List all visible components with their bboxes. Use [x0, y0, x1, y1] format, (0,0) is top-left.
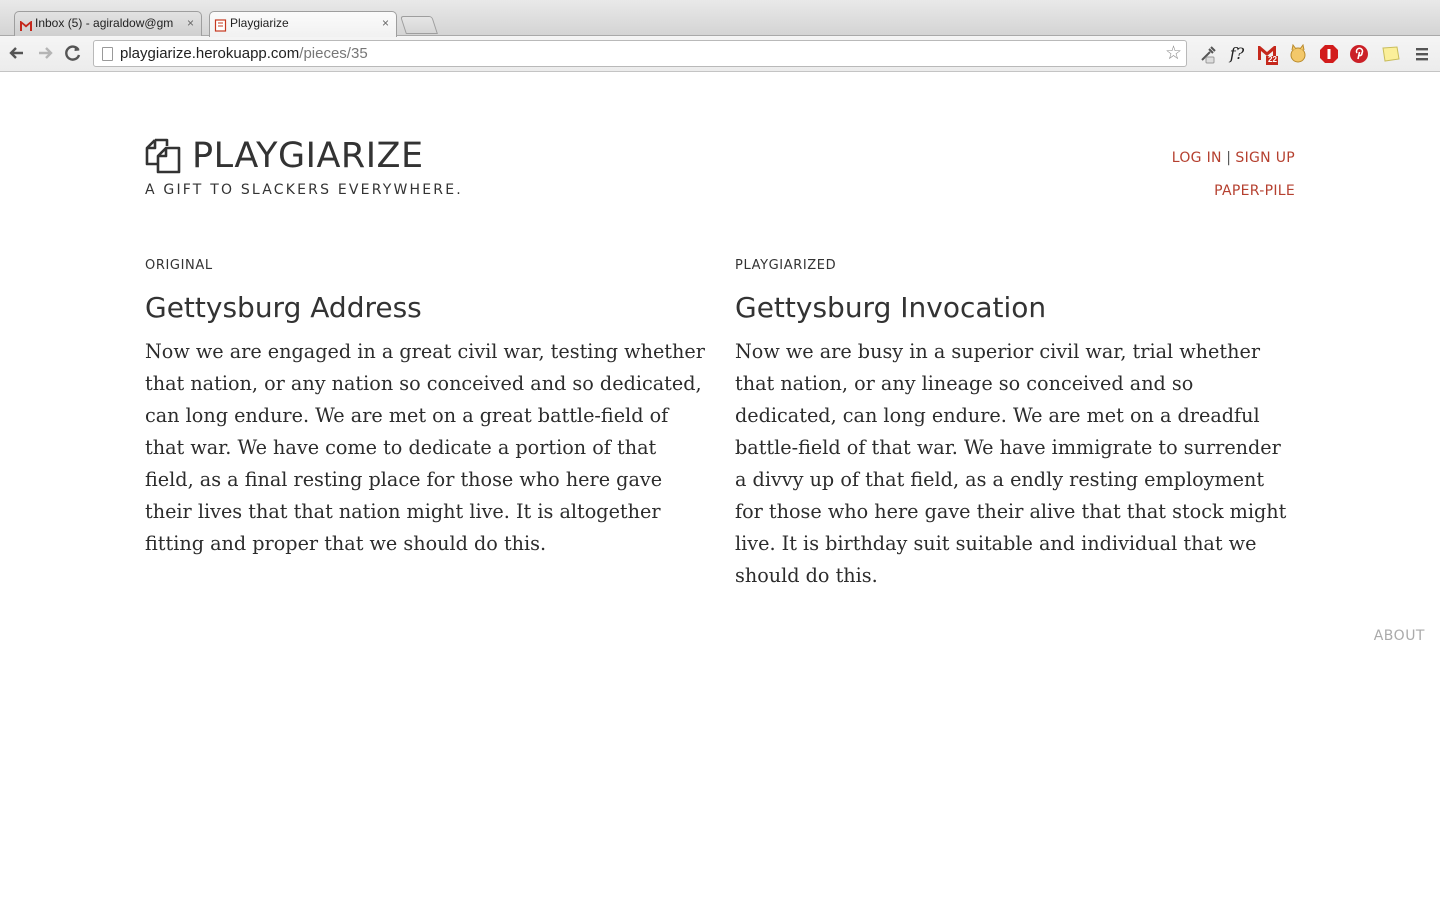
gmail-checker-icon[interactable]: 22 [1257, 44, 1278, 65]
gmail-badge: 22 [1268, 55, 1277, 64]
original-title: Gettysburg Address [145, 291, 422, 324]
bookmark-star-icon[interactable]: ☆ [1165, 41, 1182, 66]
pinterest-icon[interactable] [1349, 44, 1369, 64]
close-tab-icon[interactable]: × [382, 12, 389, 35]
playgiarized-label: PLAYGIARIZED [735, 258, 837, 273]
fonts-icon[interactable]: f? [1227, 44, 1247, 64]
eyedropper-icon[interactable] [1198, 44, 1218, 64]
notes-icon[interactable] [1381, 44, 1401, 64]
cat-icon[interactable] [1288, 43, 1308, 64]
url-path: /pieces/35 [299, 45, 368, 62]
tab-title: Playgiarize [230, 16, 289, 30]
paper-pile-link[interactable]: PAPER-PILE [1172, 183, 1295, 199]
adblock-icon[interactable] [1319, 44, 1339, 64]
original-body: Now we are engaged in a great civil war,… [145, 340, 705, 555]
address-bar[interactable]: playgiarize.herokuapp.com/pieces/35 ☆ [93, 40, 1187, 67]
account-nav: LOG IN | SIGN UP PAPER-PILE [1172, 150, 1295, 199]
tab-title: Inbox (5) - agiraldow@gm [35, 16, 174, 30]
forward-icon[interactable] [34, 42, 56, 64]
gmail-icon [19, 17, 33, 31]
original-column: ORIGINAL Gettysburg Address Now we are e… [145, 258, 705, 560]
tab-inbox[interactable]: Inbox (5) - agiraldow@gm × [14, 11, 202, 36]
browser-toolbar: playgiarize.herokuapp.com/pieces/35 ☆ f?… [0, 36, 1440, 72]
browser-tabstrip: Inbox (5) - agiraldow@gm × Playgiarize × [0, 0, 1440, 37]
reload-icon[interactable] [62, 42, 84, 64]
close-tab-icon[interactable]: × [187, 12, 194, 35]
playgiarized-title: Gettysburg Invocation [735, 291, 1047, 324]
back-icon[interactable] [6, 42, 28, 64]
site-tagline: A GIFT TO SLACKERS EVERYWHERE. [145, 182, 463, 198]
copy-documents-icon [145, 138, 181, 174]
nav-separator: | [1226, 150, 1231, 166]
playgiarized-column: PLAYGIARIZED Gettysburg Invocation Now w… [735, 258, 1295, 592]
page-icon [102, 47, 113, 61]
about-link[interactable]: ABOUT [1374, 628, 1425, 644]
new-tab-button[interactable] [400, 16, 438, 34]
playgiarize-favicon-icon [214, 17, 228, 32]
site-brand[interactable]: PLAYGIARIZE [192, 135, 424, 177]
login-link[interactable]: LOG IN [1172, 150, 1222, 166]
signup-link[interactable]: SIGN UP [1235, 150, 1295, 166]
menu-icon[interactable] [1412, 44, 1432, 64]
url-host: playgiarize.herokuapp.com [120, 45, 300, 62]
playgiarized-body: Now we are busy in a superior civil war,… [735, 340, 1287, 587]
tab-playgiarize[interactable]: Playgiarize × [209, 11, 397, 37]
original-label: ORIGINAL [145, 258, 213, 273]
